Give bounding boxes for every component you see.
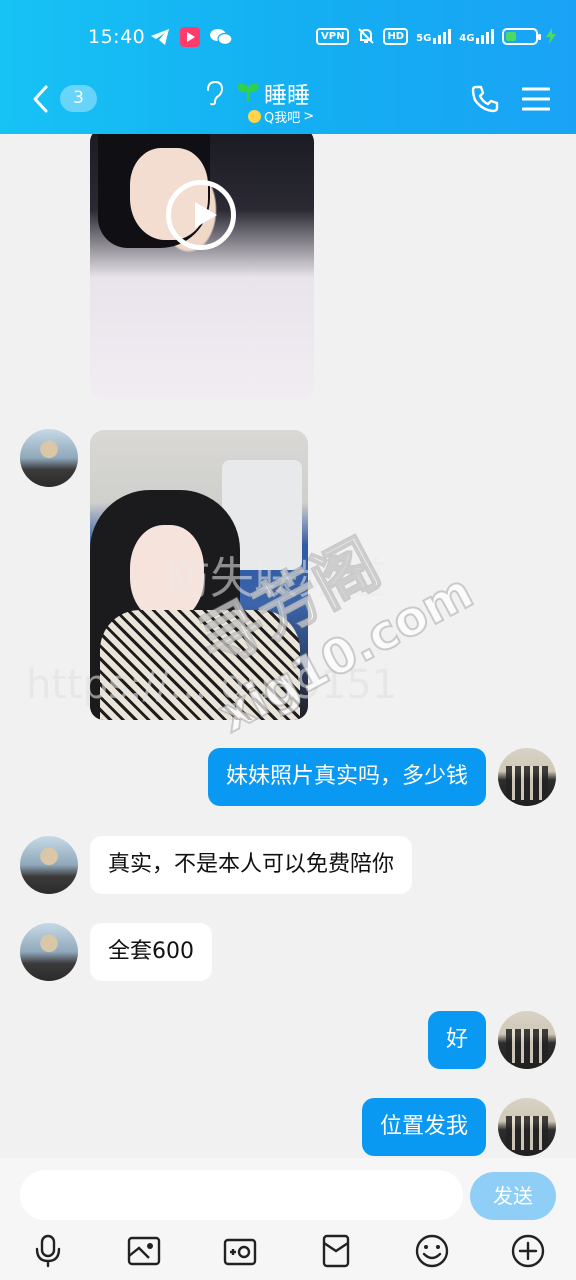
video-message[interactable] bbox=[90, 134, 314, 400]
smile-icon bbox=[248, 110, 261, 123]
phone-icon[interactable] bbox=[470, 84, 500, 114]
signal-4g: 4G bbox=[459, 28, 495, 44]
sender-avatar[interactable] bbox=[20, 836, 78, 894]
charging-icon bbox=[546, 28, 557, 44]
mute-icon bbox=[358, 28, 375, 44]
unread-count-badge[interactable]: 3 bbox=[60, 85, 97, 112]
status-bar: 15:40 VPN HD 5G 4G bbox=[0, 0, 576, 74]
play-icon[interactable] bbox=[166, 180, 236, 250]
send-button[interactable]: 发送 bbox=[470, 1172, 556, 1220]
self-avatar[interactable] bbox=[498, 1011, 556, 1069]
plus-icon[interactable] bbox=[511, 1234, 545, 1268]
contact-name[interactable]: 睡睡 bbox=[264, 76, 310, 110]
message-bubble-incoming[interactable]: 全套600 bbox=[90, 923, 212, 981]
battery-icon bbox=[502, 27, 542, 45]
telegram-icon bbox=[151, 29, 169, 45]
message-bubble-outgoing[interactable]: 妹妹照片真实吗，多少钱 bbox=[207, 748, 486, 806]
clock: 15:40 bbox=[88, 26, 146, 48]
chat-header: 15:40 VPN HD 5G 4G 3 睡睡 Q我吧 > bbox=[0, 0, 576, 134]
message-list[interactable]: 防失联频道 https://... gua9151 寻芳阁 xig10.com … bbox=[0, 134, 576, 1158]
camera-icon[interactable] bbox=[223, 1234, 257, 1268]
online-status-text: Q我吧 bbox=[264, 111, 301, 126]
vpn-badge: VPN bbox=[316, 27, 350, 45]
message-bubble-outgoing[interactable]: 位置发我 bbox=[361, 1098, 486, 1156]
video-app-icon bbox=[180, 27, 200, 47]
input-bar: 发送 bbox=[0, 1158, 576, 1280]
message-input[interactable] bbox=[20, 1170, 463, 1220]
self-avatar[interactable] bbox=[498, 748, 556, 806]
wechat-icon bbox=[210, 29, 232, 46]
ear-icon[interactable] bbox=[203, 80, 225, 106]
menu-icon[interactable] bbox=[522, 86, 550, 112]
signal-5g: 5G bbox=[416, 28, 452, 44]
message-bubble-outgoing[interactable]: 好 bbox=[427, 1011, 486, 1069]
back-arrow-icon[interactable] bbox=[28, 84, 54, 114]
photo-message[interactable] bbox=[90, 430, 308, 720]
voice-icon[interactable] bbox=[31, 1234, 65, 1268]
emoji-icon[interactable] bbox=[415, 1234, 449, 1268]
sender-avatar[interactable] bbox=[20, 429, 78, 487]
sender-avatar[interactable] bbox=[20, 923, 78, 981]
image-icon[interactable] bbox=[127, 1234, 161, 1268]
notification-icons bbox=[150, 27, 232, 47]
message-bubble-incoming[interactable]: 真实，不是本人可以免费陪你 bbox=[90, 836, 413, 894]
red-packet-icon[interactable] bbox=[319, 1234, 353, 1268]
system-status-icons: VPN HD 5G 4G bbox=[316, 27, 557, 45]
chevron-right-icon: > bbox=[303, 109, 315, 124]
online-status[interactable]: Q我吧 > bbox=[248, 107, 314, 126]
hd-badge: HD bbox=[383, 27, 409, 45]
sprout-icon bbox=[237, 83, 259, 102]
self-avatar[interactable] bbox=[498, 1098, 556, 1156]
